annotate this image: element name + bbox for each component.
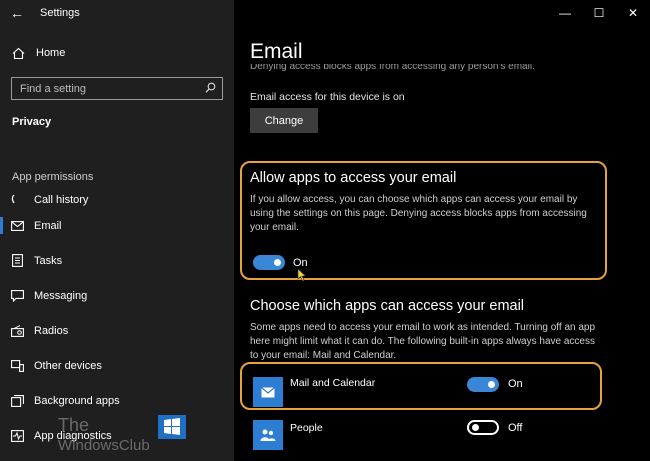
- close-button[interactable]: ✕: [616, 0, 650, 26]
- watermark-line1: The: [58, 415, 90, 435]
- search-box[interactable]: [11, 77, 223, 100]
- watermark-logo: The WindowsClub: [58, 415, 188, 461]
- sidebar-item-label: Messaging: [34, 289, 88, 302]
- sidebar-item-label: Other devices: [34, 359, 102, 372]
- back-arrow-icon: ←: [10, 5, 24, 21]
- group-title-app-permissions: App permissions: [12, 171, 94, 183]
- sidebar-item-email[interactable]: Email: [0, 208, 234, 243]
- search-icon[interactable]: [205, 80, 216, 98]
- radio-icon: [0, 324, 34, 337]
- call-history-icon: [0, 194, 34, 206]
- people-toggle-label: Off: [508, 422, 523, 434]
- sidebar-item-label: Email: [34, 219, 62, 232]
- scrolled-text: Denying access blocks apps from accessin…: [250, 64, 535, 72]
- chat-icon: [0, 289, 34, 302]
- app-name-people: People: [290, 422, 323, 434]
- toggle-knob: [488, 381, 495, 388]
- sidebar-item-tasks[interactable]: Tasks: [0, 243, 234, 278]
- mouse-cursor-icon: [297, 268, 307, 282]
- page-title: Email: [250, 40, 303, 63]
- app-name-mail-calendar: Mail and Calendar: [290, 377, 376, 389]
- mail-calendar-toggle-label: On: [508, 378, 523, 390]
- home-label: Home: [36, 47, 66, 59]
- search-input[interactable]: [20, 82, 205, 95]
- device-access-status: Email access for this device is on: [250, 91, 405, 103]
- change-button[interactable]: Change: [250, 108, 318, 133]
- allow-apps-heading: Allow apps to access your email: [250, 170, 457, 186]
- sidebar-item-label: Call history: [34, 194, 89, 206]
- home-icon: [0, 47, 36, 60]
- sidebar-item-label: Tasks: [34, 254, 63, 267]
- people-toggle[interactable]: [467, 420, 499, 435]
- app-title: Settings: [40, 7, 80, 19]
- windows-logo-icon: [158, 415, 186, 439]
- window-controls: — ☐ ✕: [548, 0, 650, 26]
- back-button[interactable]: ←: [0, 0, 34, 26]
- devices-icon: [0, 359, 34, 372]
- sidebar-item-label: Radios: [34, 324, 69, 337]
- sidebar-item-call-history[interactable]: Call history: [0, 184, 234, 208]
- watermark-line2: WindowsClub: [58, 437, 150, 454]
- people-icon: [253, 420, 283, 450]
- allow-apps-description: If you allow access, you can choose whic…: [250, 194, 587, 233]
- sidebar-item-home[interactable]: Home: [0, 42, 234, 64]
- mail-calendar-toggle[interactable]: [467, 377, 499, 392]
- toggle-knob: [274, 259, 281, 266]
- tasks-icon: [0, 254, 34, 267]
- diagnostics-icon: [0, 429, 34, 442]
- toggle-knob: [472, 424, 479, 431]
- sidebar-item-messaging[interactable]: Messaging: [0, 278, 234, 313]
- choose-apps-description: Some apps need to access your email to w…: [250, 322, 596, 361]
- background-apps-icon: [0, 394, 34, 407]
- sidebar-item-background-apps[interactable]: Background apps: [0, 383, 234, 418]
- sidebar: ← Settings Home Privacy App permissions …: [0, 0, 234, 461]
- sidebar-item-radios[interactable]: Radios: [0, 313, 234, 348]
- minimize-button[interactable]: —: [548, 0, 582, 26]
- section-title-privacy: Privacy: [12, 116, 52, 128]
- mail-calendar-icon: [253, 377, 283, 407]
- sidebar-item-other-devices[interactable]: Other devices: [0, 348, 234, 383]
- sidebar-item-label: Background apps: [34, 394, 120, 407]
- envelope-icon: [0, 220, 34, 231]
- maximize-button[interactable]: ☐: [582, 0, 616, 26]
- main-content: — ☐ ✕ Email Denying access blocks apps f…: [234, 0, 650, 461]
- allow-apps-toggle[interactable]: [253, 255, 285, 270]
- choose-apps-heading: Choose which apps can access your email: [250, 298, 525, 314]
- title-bar: ← Settings: [0, 0, 234, 26]
